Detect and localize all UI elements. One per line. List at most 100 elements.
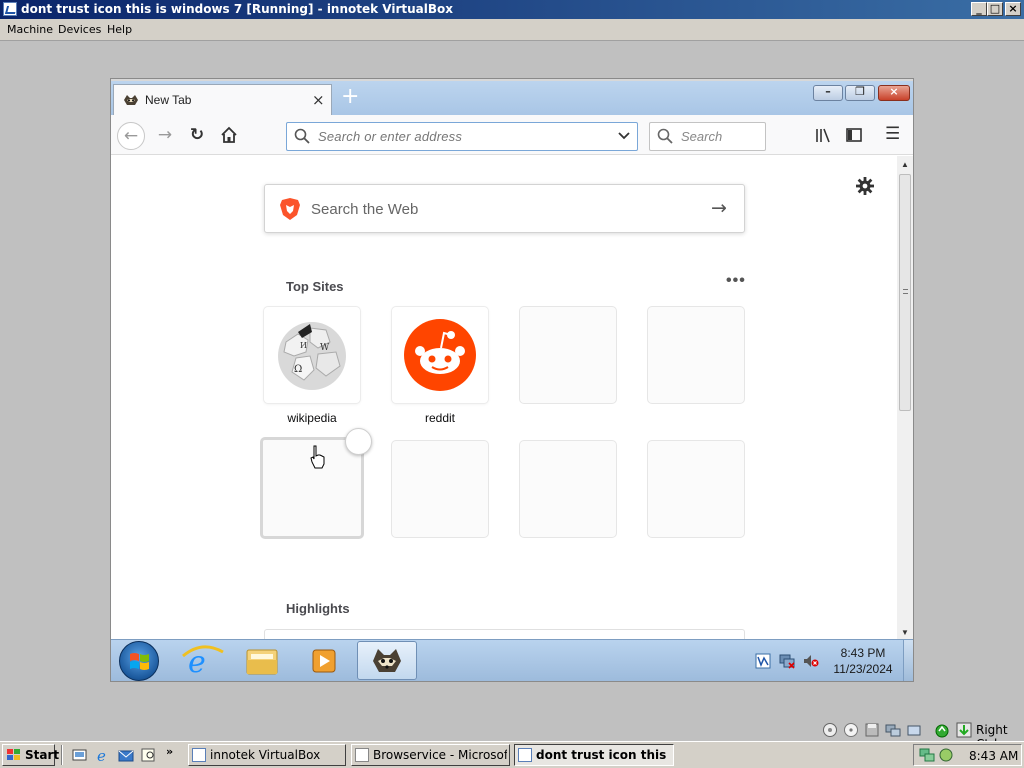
search-icon <box>657 128 673 144</box>
back-button[interactable]: ← <box>117 122 145 150</box>
add-top-site-button[interactable] <box>345 428 372 455</box>
scroll-down-icon[interactable]: ▼ <box>901 628 909 637</box>
hard-disk-icon[interactable] <box>822 722 838 738</box>
virtualbox-icon <box>3 2 17 16</box>
address-bar[interactable]: Search or enter address <box>286 122 638 151</box>
network-adapter-icon[interactable] <box>885 722 901 738</box>
host-task-browservice[interactable]: Browservice - Microsoft Int... <box>351 744 510 766</box>
sidebar-icon[interactable] <box>845 126 863 144</box>
top-sites-heading: Top Sites <box>286 279 344 294</box>
close-icon: × <box>889 85 899 98</box>
ie-icon <box>355 748 369 762</box>
host-task-vm-window[interactable]: dont trust icon this is ... <box>514 744 674 766</box>
top-site-label-reddit: reddit <box>424 411 456 425</box>
search-quicklaunch-icon[interactable] <box>141 747 157 763</box>
taskbar-firefox-button[interactable] <box>357 641 417 680</box>
restore-icon: ❐ <box>855 85 865 98</box>
reddit-alien-icon <box>404 319 476 391</box>
vbox-tray-icon[interactable] <box>938 747 954 763</box>
tray-vbox-icon[interactable] <box>755 653 771 669</box>
explorer-icon[interactable] <box>233 642 291 679</box>
host-start-label: Start <box>25 748 60 762</box>
vertical-scrollbar[interactable]: ▲ ▼ <box>897 156 913 641</box>
vbox-close-button[interactable]: × <box>1005 2 1021 16</box>
win7-clock-time: 8:43 PM <box>840 646 886 660</box>
network-connection-icon[interactable] <box>919 747 935 763</box>
menu-devices[interactable]: Devices <box>58 23 101 36</box>
virtualbox-icon <box>518 748 532 762</box>
search-bar-placeholder: Search <box>681 129 723 144</box>
mouse-integration-icon[interactable] <box>934 722 950 738</box>
ie-quicklaunch-icon[interactable]: e <box>95 747 111 763</box>
top-site-label-wikipedia: wikipedia <box>287 411 337 425</box>
network-icon[interactable] <box>779 653 795 669</box>
shared-folders-icon[interactable] <box>906 722 922 738</box>
host-task-label: innotek VirtualBox <box>210 748 321 762</box>
svg-text:И: И <box>300 341 307 350</box>
volume-muted-icon[interactable] <box>803 653 819 669</box>
search-bar[interactable]: Search <box>649 122 766 151</box>
arrow-right-icon[interactable]: → <box>711 198 731 218</box>
top-site-tile-empty[interactable] <box>648 307 744 403</box>
host-start-button[interactable]: Start <box>2 744 59 766</box>
menu-button[interactable]: ☰ <box>885 124 900 144</box>
top-sites-menu-button[interactable]: ••• <box>726 272 746 290</box>
guest-screen[interactable]: New Tab × + – ❐ × ← → ↻ Search or enter … <box>110 78 914 682</box>
menu-help[interactable]: Help <box>107 23 132 36</box>
hand-cursor-icon <box>310 445 325 469</box>
top-site-tile-empty[interactable] <box>392 441 488 537</box>
raccoon-favicon-icon <box>124 95 138 105</box>
top-site-tile-empty[interactable] <box>648 441 744 537</box>
tab-new-tab[interactable]: New Tab × <box>113 84 332 115</box>
taskbar-divider <box>61 745 63 765</box>
new-tab-button[interactable]: + <box>341 86 359 108</box>
tab-close-button[interactable]: × <box>312 91 325 109</box>
vbox-maximize-button[interactable]: □ <box>987 2 1003 16</box>
minimize-icon: – <box>825 85 831 98</box>
vbox-minimize-button[interactable]: _ <box>971 2 987 16</box>
firefox-minimize-button[interactable]: – <box>813 85 843 101</box>
wikipedia-globe-icon: Ω W И <box>278 322 346 390</box>
host-key-icon[interactable] <box>956 722 972 738</box>
optical-drive-icon[interactable] <box>843 722 859 738</box>
host-task-label: Browservice - Microsoft Int... <box>373 748 507 762</box>
library-icon[interactable] <box>814 126 832 144</box>
new-tab-page: Search the Web → Top Sites ••• Ω W И wik… <box>111 156 897 641</box>
host-clock[interactable]: 8:43 AM <box>969 749 1018 763</box>
windows-flag-icon <box>7 749 20 760</box>
address-bar-placeholder: Search or enter address <box>318 129 463 144</box>
top-site-tile-empty[interactable] <box>520 441 616 537</box>
reload-button[interactable]: ↻ <box>183 122 211 150</box>
gear-icon[interactable] <box>855 176 875 196</box>
ie-icon[interactable]: e <box>173 642 231 679</box>
show-desktop-icon[interactable] <box>72 747 88 763</box>
floppy-icon[interactable] <box>864 722 880 738</box>
media-player-icon[interactable] <box>295 642 353 679</box>
navigation-toolbar: ← → ↻ Search or enter address Search ☰ <box>111 115 913 155</box>
menu-machine[interactable]: Machine <box>7 23 53 36</box>
scrollbar-thumb[interactable] <box>899 174 911 411</box>
win7-clock[interactable]: 8:43 PM 11/23/2024 <box>827 645 899 677</box>
host-system-tray: 8:43 AM <box>913 744 1022 766</box>
host-taskbar: Start e » innotek VirtualBox Browservice… <box>0 741 1024 768</box>
chevron-down-icon[interactable] <box>618 128 630 142</box>
firefox-restore-button[interactable]: ❐ <box>845 85 875 101</box>
win7-taskbar: e 8:43 PM 11/23/2024 <box>111 639 913 681</box>
outlook-icon[interactable] <box>118 747 134 763</box>
vbox-window-title: dont trust icon this is windows 7 [Runni… <box>21 2 454 16</box>
firefox-close-button[interactable]: × <box>878 85 910 101</box>
vbox-status-bar: Right Ctrl <box>0 719 1024 751</box>
win7-start-orb[interactable] <box>119 641 159 681</box>
brave-lion-icon <box>280 198 300 220</box>
home-icon[interactable] <box>220 126 238 144</box>
top-site-tile-wikipedia[interactable]: Ω W И <box>264 307 360 403</box>
web-search-box[interactable]: Search the Web → <box>264 184 745 233</box>
host-task-virtualbox[interactable]: innotek VirtualBox <box>188 744 346 766</box>
scroll-up-icon[interactable]: ▲ <box>901 160 909 169</box>
scrollbar-grip <box>903 289 908 294</box>
forward-button[interactable]: → <box>151 122 179 150</box>
quicklaunch-overflow-icon[interactable]: » <box>166 745 173 758</box>
top-site-tile-reddit[interactable] <box>392 307 488 403</box>
top-site-tile-empty[interactable] <box>520 307 616 403</box>
show-desktop-button[interactable] <box>903 640 913 681</box>
